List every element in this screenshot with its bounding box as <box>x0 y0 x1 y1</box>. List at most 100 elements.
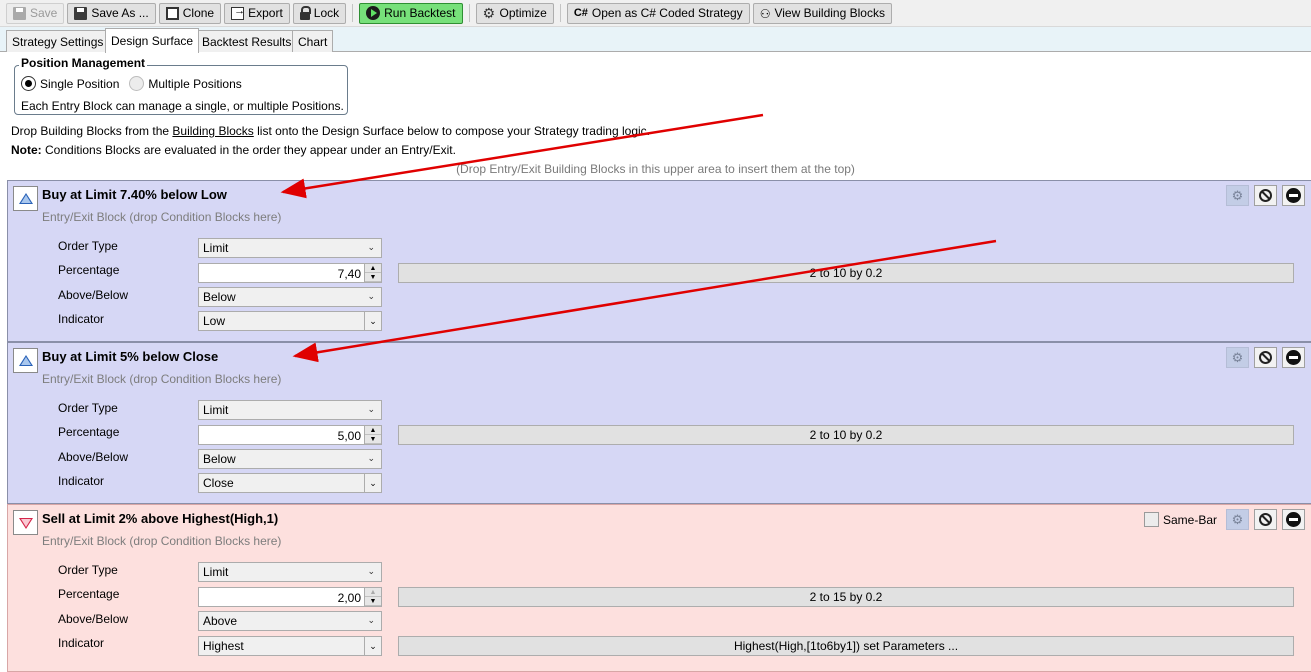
single-position-label[interactable]: Single Position <box>40 77 119 91</box>
save-label: Save <box>30 6 58 20</box>
indicator-parameters-button[interactable]: Highest(High,[1to6by1]) set Parameters .… <box>398 636 1294 656</box>
building-blocks-link[interactable]: Building Blocks <box>172 124 253 138</box>
block-settings-button[interactable]: ⚙ <box>1226 509 1249 530</box>
above-below-label: Above/Below <box>58 450 129 464</box>
stepper-up-icon[interactable]: ▲ <box>365 426 381 435</box>
multiple-positions-radio[interactable] <box>129 76 145 91</box>
block-subtitle: Entry/Exit Block (drop Condition Blocks … <box>42 372 282 386</box>
same-bar-checkbox[interactable] <box>1143 512 1159 527</box>
percentage-label: Percentage <box>58 425 120 439</box>
indicator-select[interactable]: Highest ⌄ <box>198 636 382 656</box>
order-type-value: Limit <box>203 241 229 255</box>
percentage-range-button[interactable]: 2 to 15 by 0.2 <box>398 587 1294 607</box>
multiple-positions-label[interactable]: Multiple Positions <box>148 77 241 91</box>
save-button[interactable]: Save <box>6 2 65 24</box>
stepper-down-icon[interactable]: ▼ <box>365 273 381 282</box>
block-remove-button[interactable] <box>1282 185 1305 206</box>
order-type-select[interactable]: Limit ⌄ <box>198 400 382 420</box>
above-below-label: Above/Below <box>58 288 129 302</box>
chevron-down-icon: ⌄ <box>367 566 375 576</box>
tab-bar: Strategy Settings Design Surface Backtes… <box>0 27 1311 53</box>
save-as-label: Save As ... <box>91 6 149 20</box>
indicator-select[interactable]: Low ⌄ <box>198 311 382 331</box>
instructions-line: Drop Building Blocks from the Building B… <box>11 124 650 138</box>
note-text: Conditions Blocks are evaluated in the o… <box>41 143 456 157</box>
tab-strategy-settings[interactable]: Strategy Settings <box>6 30 110 52</box>
chevron-down-icon: ⌄ <box>367 291 375 301</box>
order-type-select[interactable]: Limit ⌄ <box>198 238 382 258</box>
percentage-stepper[interactable]: 5,00 ▲ ▼ <box>198 425 382 445</box>
above-below-select[interactable]: Above ⌄ <box>198 611 382 631</box>
percentage-range-button[interactable]: 2 to 10 by 0.2 <box>398 263 1294 283</box>
block-subtitle: Entry/Exit Block (drop Condition Blocks … <box>42 534 282 548</box>
block-disable-button[interactable] <box>1254 347 1277 368</box>
indicator-label: Indicator <box>58 312 105 326</box>
sell-icon <box>13 510 38 535</box>
entry-block[interactable]: Buy at Limit 5% below Close Entry/Exit B… <box>7 342 1311 504</box>
block-disable-button[interactable] <box>1254 509 1277 530</box>
stepper-down-icon[interactable]: ▼ <box>365 597 381 606</box>
block-settings-button[interactable]: ⚙ <box>1226 347 1249 368</box>
block-title: Buy at Limit 5% below Close <box>42 349 219 364</box>
stepper-up-icon[interactable]: ▲ <box>365 588 381 597</box>
exit-block[interactable]: Sell at Limit 2% above Highest(High,1) E… <box>7 504 1311 672</box>
toolbar-separator <box>468 4 470 22</box>
run-backtest-button[interactable]: Run Backtest <box>359 2 463 24</box>
lock-icon <box>299 5 311 20</box>
block-disable-button[interactable] <box>1254 185 1277 206</box>
percentage-stepper[interactable]: 2,00 ▲ ▼ <box>198 587 382 607</box>
tab-design-surface[interactable]: Design Surface <box>105 28 200 53</box>
view-building-blocks-button[interactable]: ⚇ View Building Blocks <box>752 2 892 24</box>
gear-icon: ⚙ <box>1231 512 1244 527</box>
remove-icon <box>1286 350 1301 365</box>
percentage-label: Percentage <box>58 263 120 277</box>
block-remove-button[interactable] <box>1282 509 1305 530</box>
percentage-value: 5,00 <box>337 429 361 443</box>
building-blocks-icon: ⚇ <box>759 6 771 21</box>
tab-chart[interactable]: Chart <box>292 30 334 52</box>
optimize-button[interactable]: ⚙ Optimize <box>475 2 554 24</box>
block-controls: ⚙ <box>1226 347 1305 368</box>
indicator-value: Close <box>203 476 234 490</box>
export-button[interactable]: Export <box>224 2 290 24</box>
chevron-down-icon[interactable]: ⌄ <box>364 312 381 330</box>
clone-button[interactable]: Clone <box>158 2 222 24</box>
block-remove-button[interactable] <box>1282 347 1305 368</box>
chevron-down-icon: ⌄ <box>367 242 375 252</box>
indicator-select[interactable]: Close ⌄ <box>198 473 382 493</box>
percentage-range-button[interactable]: 2 to 10 by 0.2 <box>398 425 1294 445</box>
above-below-label: Above/Below <box>58 612 129 626</box>
run-backtest-label: Run Backtest <box>384 6 456 20</box>
chevron-down-icon[interactable]: ⌄ <box>364 474 381 492</box>
single-position-radio[interactable] <box>21 76 36 91</box>
order-type-select[interactable]: Limit ⌄ <box>198 562 382 582</box>
chevron-down-icon[interactable]: ⌄ <box>364 637 381 655</box>
stepper-down-icon[interactable]: ▼ <box>365 435 381 444</box>
order-type-value: Limit <box>203 565 229 579</box>
csharp-icon: C# <box>573 6 588 19</box>
above-below-select[interactable]: Below ⌄ <box>198 449 382 469</box>
export-icon <box>231 5 245 20</box>
above-below-select[interactable]: Below ⌄ <box>198 287 382 307</box>
play-icon <box>366 6 381 20</box>
indicator-value: Low <box>203 314 226 328</box>
indicator-label: Indicator <box>58 474 105 488</box>
lock-button[interactable]: Lock <box>292 2 347 24</box>
block-settings-button[interactable]: ⚙ <box>1226 185 1249 206</box>
note-line: Note: Conditions Blocks are evaluated in… <box>11 143 456 157</box>
optimize-label: Optimize <box>499 6 547 20</box>
buy-icon <box>13 186 38 211</box>
open-coded-strategy-button[interactable]: C# Open as C# Coded Strategy <box>566 2 750 24</box>
instructions-text-post: list onto the Design Surface below to co… <box>253 124 650 138</box>
tab-backtest-results[interactable]: Backtest Results <box>196 30 298 52</box>
toolbar: Save Save As ... Clone Export Lock Run B… <box>0 0 1311 27</box>
same-bar-option[interactable]: Same-Bar <box>1143 512 1217 527</box>
stepper-up-icon[interactable]: ▲ <box>365 264 381 273</box>
block-controls: ⚙ <box>1226 185 1305 206</box>
gear-icon: ⚙ <box>1231 350 1244 365</box>
buy-icon <box>13 348 38 373</box>
drop-hint: (Drop Entry/Exit Building Blocks in this… <box>456 162 855 176</box>
entry-block[interactable]: Buy at Limit 7.40% below Low Entry/Exit … <box>7 180 1311 342</box>
percentage-stepper[interactable]: 7,40 ▲ ▼ <box>198 263 382 283</box>
save-as-button[interactable]: Save As ... <box>67 2 156 24</box>
